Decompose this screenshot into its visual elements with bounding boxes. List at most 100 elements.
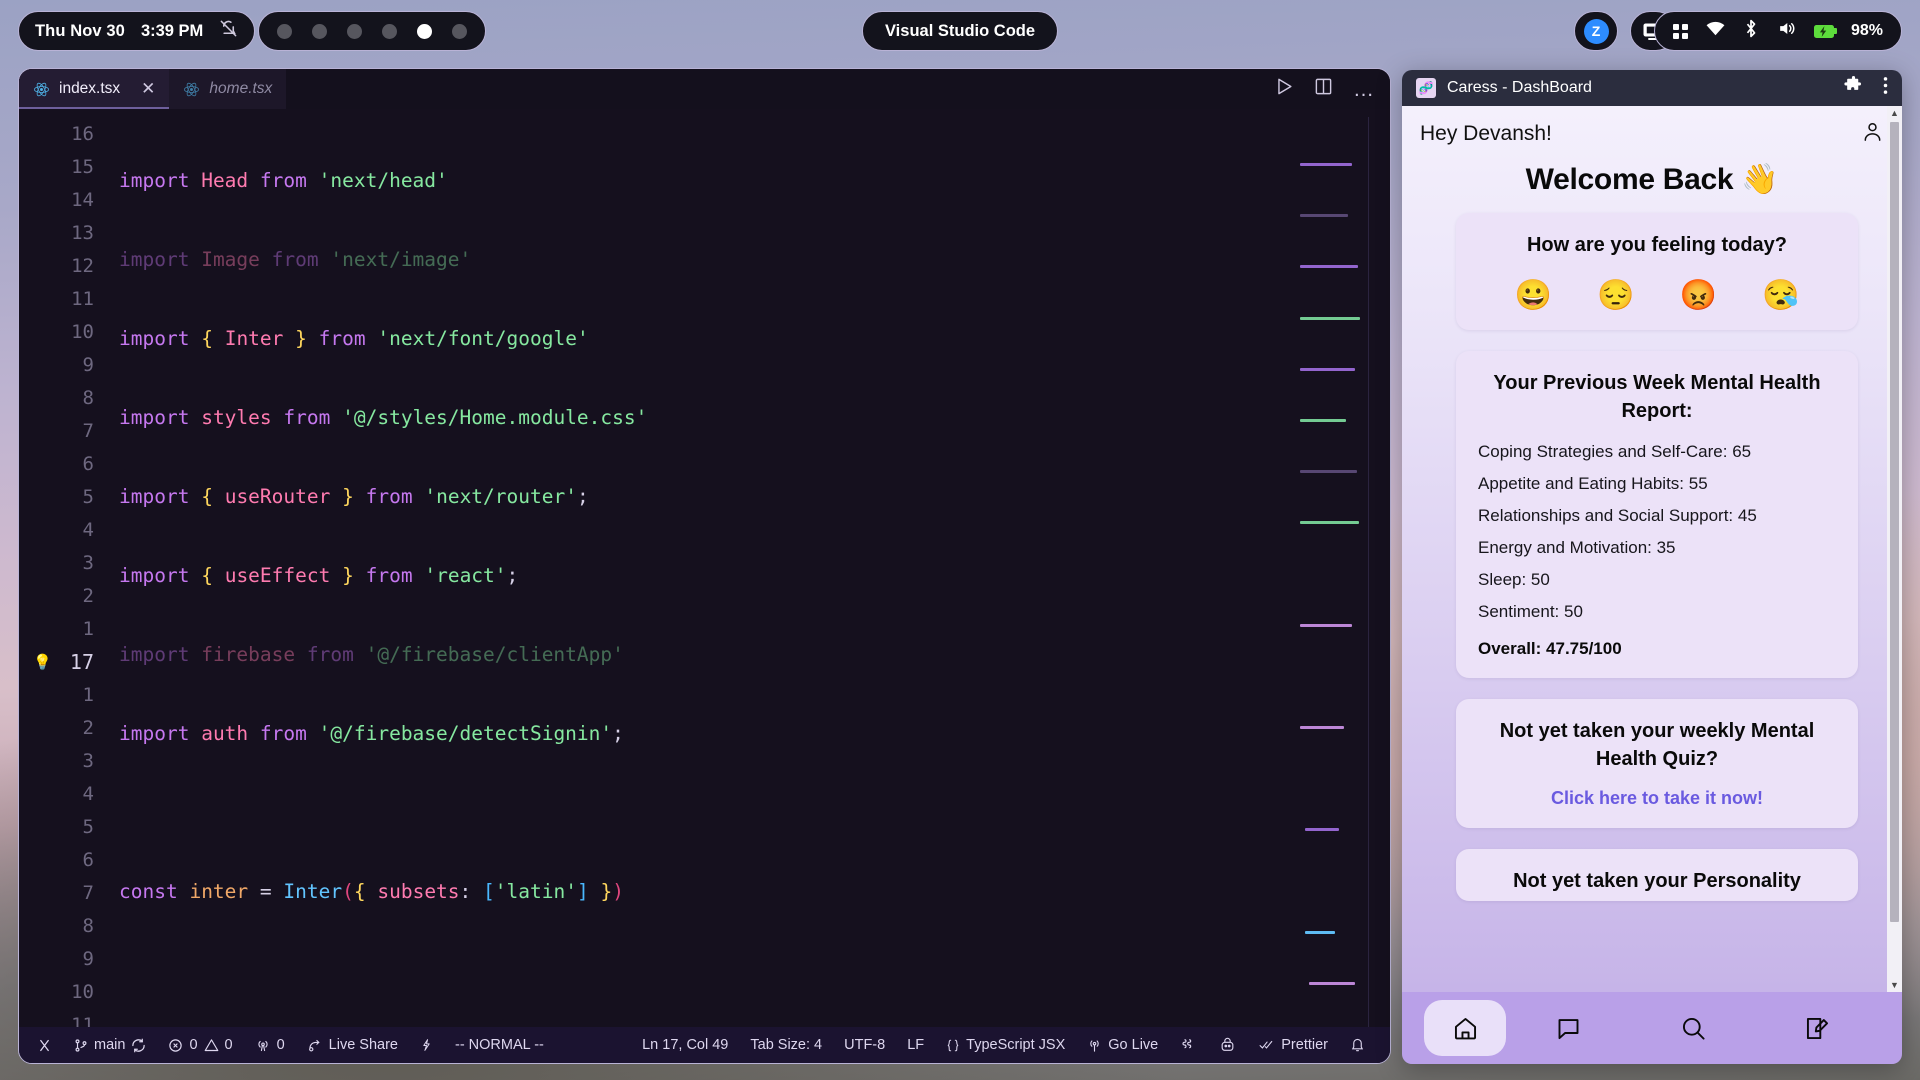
app-content: Hey Devansh! Welcome Back 👋 How are you …	[1402, 106, 1902, 992]
language-mode[interactable]: TypeScript JSX	[935, 1037, 1076, 1053]
editor-tab-bar: index.tsx ✕ home.tsx …	[19, 69, 1390, 109]
app-grid-icon[interactable]	[1672, 23, 1688, 39]
prettier-status[interactable]: Prettier	[1247, 1037, 1339, 1053]
line-number: 9	[82, 354, 94, 376]
app-scrollbar[interactable]: ▲ ▼	[1887, 106, 1902, 992]
line-number: 7	[82, 882, 94, 904]
scroll-up-arrow[interactable]: ▲	[1890, 106, 1899, 120]
status-live-share[interactable]: Live Share	[296, 1037, 409, 1053]
wifi-icon[interactable]	[1705, 20, 1726, 42]
report-metric: Coping Strategies and Self-Care: 65	[1478, 442, 1752, 462]
nav-chat[interactable]	[1506, 1000, 1631, 1056]
tab-home-tsx[interactable]: home.tsx	[169, 69, 287, 109]
sync-icon[interactable]	[131, 1038, 146, 1053]
warning-icon	[204, 1038, 218, 1051]
editor-overview-ruler[interactable]	[1368, 117, 1380, 1027]
person-icon[interactable]	[1861, 120, 1884, 148]
encoding[interactable]: UTF-8	[833, 1037, 896, 1053]
remote-window-icon[interactable]	[33, 1038, 63, 1053]
bell-muted-icon[interactable]	[219, 19, 238, 43]
workspace-switcher[interactable]	[258, 11, 486, 51]
lightning-icon[interactable]	[409, 1037, 444, 1053]
branch-name: main	[94, 1037, 126, 1053]
run-play-icon[interactable]	[1275, 77, 1294, 101]
cursor-position[interactable]: Ln 17, Col 49	[631, 1037, 739, 1053]
personality-card-title: Not yet taken your Personality	[1513, 869, 1801, 892]
more-actions-icon[interactable]: …	[1353, 79, 1376, 100]
status-problems[interactable]: 0 0	[157, 1037, 243, 1053]
bluetooth-icon[interactable]	[1743, 18, 1759, 44]
code-line: import { useEffect } from 'react';	[119, 564, 519, 587]
scroll-thumb[interactable]	[1890, 122, 1899, 922]
home-icon	[1454, 1017, 1476, 1039]
split-editor-icon[interactable]	[1314, 77, 1333, 101]
line-number: 11	[71, 288, 94, 310]
mood-angry[interactable]: 😡	[1680, 281, 1717, 311]
radio-tower-icon	[257, 1040, 268, 1051]
status-ports[interactable]: 0	[244, 1037, 296, 1053]
tab-index-tsx[interactable]: index.tsx ✕	[19, 69, 170, 109]
scroll-down-arrow[interactable]: ▼	[1890, 978, 1899, 992]
workspace-dot-2[interactable]	[312, 23, 327, 39]
mood-happy[interactable]: 😀	[1515, 281, 1552, 311]
report-metric: Sentiment: 50	[1478, 602, 1583, 622]
workspace-dot-4[interactable]	[382, 23, 397, 39]
nav-compose[interactable]	[1755, 1000, 1880, 1056]
line-number: 11	[71, 1014, 94, 1027]
bottom-navigation	[1402, 992, 1902, 1064]
code-content[interactable]: import Head from 'next/head' import Imag…	[111, 109, 1390, 1027]
report-metric: Relationships and Social Support: 45	[1478, 506, 1757, 526]
go-live[interactable]: Go Live	[1076, 1037, 1169, 1053]
language-label: TypeScript JSX	[966, 1037, 1066, 1053]
mental-health-report-card: Your Previous Week Mental Health Report:…	[1456, 351, 1858, 679]
line-number: 10	[71, 981, 94, 1003]
three-dot-menu-icon[interactable]	[1883, 76, 1888, 100]
line-number: 4	[82, 783, 94, 805]
workspace-dot-5[interactable]	[417, 23, 432, 39]
code-line: import styles from '@/styles/Home.module…	[119, 406, 648, 429]
code-line: const inter = Inter({ subsets: ['latin']…	[119, 880, 624, 903]
volume-icon[interactable]	[1776, 19, 1797, 43]
quiz-card-link[interactable]: Click here to take it now!	[1478, 788, 1836, 809]
mood-sad[interactable]: 😔	[1597, 281, 1634, 311]
report-metrics: Coping Strategies and Self-Care: 65 Appe…	[1478, 442, 1836, 622]
end-of-line[interactable]: LF	[896, 1037, 935, 1053]
zoom-tray-icon[interactable]: Z	[1574, 11, 1618, 51]
nav-home[interactable]	[1424, 1000, 1506, 1056]
workspace-dot-3[interactable]	[347, 23, 362, 39]
tab-size[interactable]: Tab Size: 4	[739, 1037, 833, 1053]
close-icon[interactable]: ✕	[141, 79, 155, 99]
report-metric: Appetite and Eating Habits: 55	[1478, 474, 1708, 494]
system-tray[interactable]: 98%	[1653, 11, 1902, 51]
mood-sleepy[interactable]: 😪	[1762, 281, 1799, 311]
workspace-dot-1[interactable]	[277, 23, 292, 39]
tab-label: index.tsx	[59, 80, 121, 97]
line-number: 3	[82, 552, 94, 574]
greeting-text: Hey Devansh!	[1420, 122, 1552, 145]
nav-search[interactable]	[1631, 1000, 1756, 1056]
line-number: 14	[71, 189, 94, 211]
code-editor[interactable]: 16 15 14 13 12 11 10 9 8 7 6 5 4 3 2 1 💡…	[19, 109, 1390, 1027]
workspace-dot-6[interactable]	[452, 23, 467, 39]
clock-date: Thu Nov 30	[35, 21, 125, 40]
code-action-lightbulb-icon[interactable]: 💡	[33, 646, 52, 679]
line-number: 16	[71, 123, 94, 145]
clock-widget[interactable]: Thu Nov 30 3:39 PM	[18, 11, 256, 51]
line-number: 6	[82, 453, 94, 475]
status-branch[interactable]: main	[63, 1037, 157, 1053]
zoom-logo-icon: Z	[1583, 18, 1609, 44]
puzzle-piece-icon[interactable]	[1844, 76, 1863, 100]
code-line: import Head from 'next/head'	[119, 169, 448, 192]
bell-icon[interactable]	[1339, 1037, 1376, 1053]
extension-two-icon[interactable]	[1208, 1037, 1247, 1053]
battery-charging-icon[interactable]	[1813, 24, 1837, 38]
line-number: 10	[71, 321, 94, 343]
braces-icon	[947, 1039, 959, 1051]
greeting-row: Hey Devansh!	[1402, 106, 1902, 148]
dashboard-cards: How are you feeling today? 😀 😔 😡 😪 Your …	[1402, 197, 1902, 902]
app-title-bar: 🧬 Caress - DashBoard	[1402, 70, 1902, 106]
extension-one-icon[interactable]	[1169, 1037, 1208, 1053]
line-number: 8	[82, 387, 94, 409]
tab-label: home.tsx	[209, 80, 273, 97]
